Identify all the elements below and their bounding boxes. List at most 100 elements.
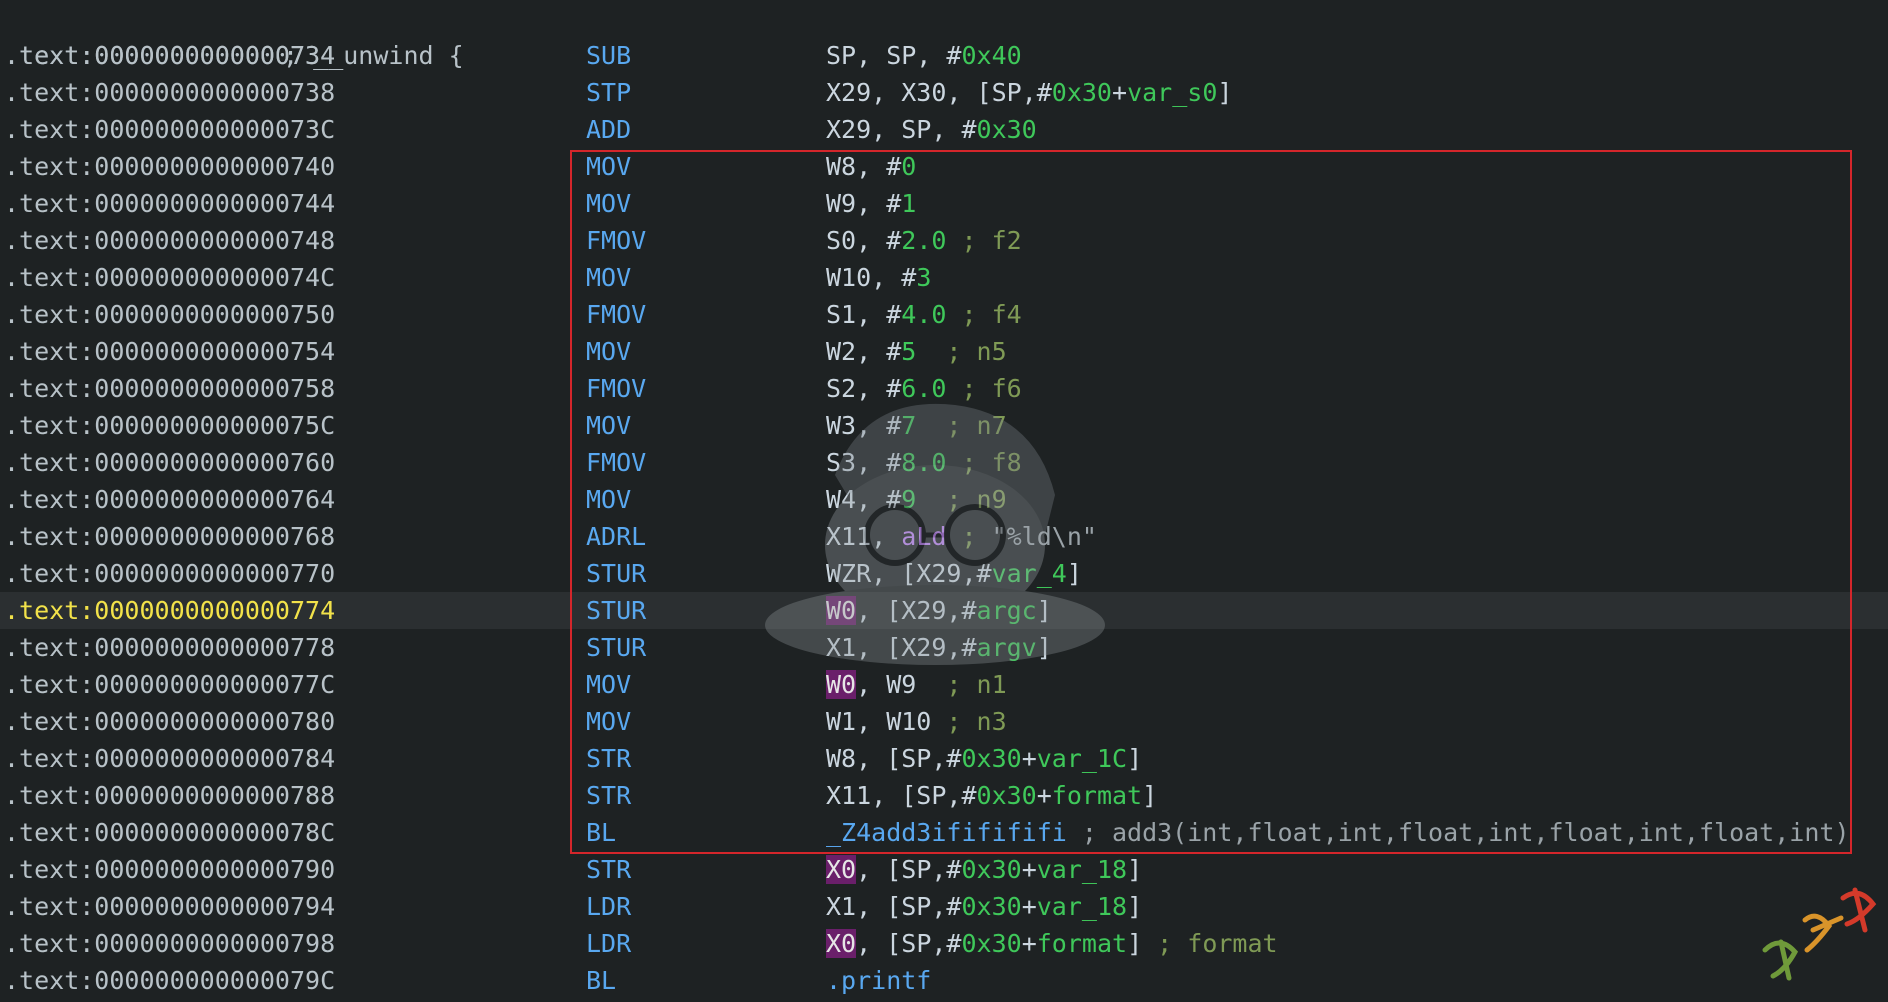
operands[interactable]: S2, #6.0 ; f6 <box>826 370 1022 407</box>
mnemonic[interactable]: MOV <box>586 666 631 703</box>
operand-token[interactable]: ; n9 <box>916 485 1006 514</box>
operand-token[interactable]: ] <box>1037 596 1052 625</box>
instruction-row[interactable]: .text:000000000000073C ADD X29, SP, #0x30 <box>0 111 1888 148</box>
address[interactable]: .text:0000000000000768 <box>4 518 335 555</box>
operands[interactable]: X1, [X29,#argv] <box>826 629 1052 666</box>
mnemonic[interactable]: STUR <box>586 555 646 592</box>
operand-token[interactable]: ; n3 <box>931 707 1006 736</box>
operand-token[interactable]: + <box>1022 892 1037 921</box>
operands[interactable]: SP, SP, #0x40 <box>826 37 1022 74</box>
instruction-row[interactable]: .text:0000000000000750 FMOV S1, #4.0 ; f4 <box>0 296 1888 333</box>
operand-token[interactable]: W2, # <box>826 337 901 366</box>
operand-token[interactable]: ] <box>1217 78 1232 107</box>
operand-token[interactable]: W3, # <box>826 411 901 440</box>
instruction-row[interactable]: .text:000000000000078C BL _Z4add3ififififi… <box>0 814 1888 851</box>
operand-token[interactable]: ; f4 <box>946 300 1021 329</box>
operand-token[interactable]: + <box>1112 78 1127 107</box>
operand-token[interactable]: var_s0 <box>1127 78 1217 107</box>
operand-token[interactable]: X29, X30, [SP,# <box>826 78 1052 107</box>
address[interactable]: .text:0000000000000758 <box>4 370 335 407</box>
operand-token[interactable]: , [SP,# <box>856 855 961 884</box>
operands[interactable]: W8, #0 <box>826 148 916 185</box>
mnemonic[interactable]: ADD <box>586 111 631 148</box>
operand-token[interactable]: 0 <box>901 152 916 181</box>
operand-token[interactable]: ; n1 <box>916 670 1006 699</box>
operand-token[interactable]: 0x30 <box>961 855 1021 884</box>
operand-token[interactable]: 8.0 <box>901 448 946 477</box>
instruction-row[interactable]: .text:0000000000000758 FMOV S2, #6.0 ; f6 <box>0 370 1888 407</box>
instruction-row[interactable]: .text:0000000000000768 ADRL X11, aLd ; "%l… <box>0 518 1888 555</box>
instruction-row[interactable]: .text:000000000000077C MOV W0, W9 ; n1 <box>0 666 1888 703</box>
address[interactable]: .text:0000000000000740 <box>4 148 335 185</box>
operand-token[interactable]: S3, # <box>826 448 901 477</box>
operand-token[interactable]: ; n7 <box>916 411 1006 440</box>
operands[interactable]: S1, #4.0 ; f4 <box>826 296 1022 333</box>
instruction-row[interactable]: .text:0000000000000780 MOV W1, W10 ; n3 <box>0 703 1888 740</box>
operands[interactable]: X0, [SP,#0x30+var_18] <box>826 851 1142 888</box>
operands[interactable]: _Z4add3ififififi ; add3(int,float,int,fl… <box>826 814 1850 851</box>
operand-token[interactable]: "%ld\n" <box>992 522 1097 551</box>
address[interactable]: .text:0000000000000774 <box>4 592 335 629</box>
highlighted-register[interactable]: W0 <box>826 670 857 699</box>
operand-token[interactable]: X1, [SP,# <box>826 892 961 921</box>
operands[interactable]: X11, [SP,#0x30+format] <box>826 777 1157 814</box>
instruction-row[interactable]: .text:0000000000000778 STUR X1, [X29,#argv… <box>0 629 1888 666</box>
operands[interactable]: S0, #2.0 ; f2 <box>826 222 1022 259</box>
mnemonic[interactable]: MOV <box>586 407 631 444</box>
instruction-row[interactable]: .text:0000000000000738 STP X29, X30, [SP,#… <box>0 74 1888 111</box>
address[interactable]: .text:000000000000078C <box>4 814 335 851</box>
operand-token[interactable]: 2.0 <box>901 226 946 255</box>
address[interactable]: .text:0000000000000738 <box>4 74 335 111</box>
operand-token[interactable]: , W9 <box>856 670 916 699</box>
address[interactable]: .text:0000000000000734 <box>4 37 335 74</box>
mnemonic[interactable]: BL <box>586 814 616 851</box>
operand-token[interactable]: X1, [X29,# <box>826 633 977 662</box>
operand-token[interactable]: ; <box>946 522 991 551</box>
address[interactable]: .text:0000000000000778 <box>4 629 335 666</box>
operand-token[interactable]: S2, # <box>826 374 901 403</box>
address[interactable]: .text:000000000000077C <box>4 666 335 703</box>
operand-token[interactable]: format <box>1052 781 1142 810</box>
operand-token[interactable]: 0x30 <box>961 929 1021 958</box>
operand-token[interactable]: var_4 <box>992 559 1067 588</box>
mnemonic[interactable]: MOV <box>586 148 631 185</box>
mnemonic[interactable]: STR <box>586 777 631 814</box>
operands[interactable]: .printf <box>826 962 931 999</box>
operand-token[interactable]: 1 <box>901 189 916 218</box>
operand-token[interactable]: ; n5 <box>916 337 1006 366</box>
operand-token[interactable]: 4.0 <box>901 300 946 329</box>
operands[interactable]: X1, [SP,#0x30+var_18] <box>826 888 1142 925</box>
operand-token[interactable]: 5 <box>901 337 916 366</box>
address[interactable]: .text:0000000000000760 <box>4 444 335 481</box>
operands[interactable]: W9, #1 <box>826 185 916 222</box>
mnemonic[interactable]: FMOV <box>586 444 646 481</box>
instruction-row[interactable]: .text:0000000000000784 STR W8, [SP,#0x30+v… <box>0 740 1888 777</box>
highlighted-register[interactable]: X0 <box>826 855 857 884</box>
operand-token[interactable]: + <box>1037 781 1052 810</box>
operand-token[interactable]: format <box>1037 929 1127 958</box>
mnemonic[interactable]: STR <box>586 740 631 777</box>
disassembly-listing[interactable]: .text:0000000000000734 ; __unwind { .tex… <box>0 0 1888 999</box>
operands[interactable]: W1, W10 ; n3 <box>826 703 1007 740</box>
instruction-row[interactable]: .text:0000000000000770 STUR WZR, [X29,#var… <box>0 555 1888 592</box>
address[interactable]: .text:000000000000079C <box>4 962 335 999</box>
address[interactable]: .text:0000000000000784 <box>4 740 335 777</box>
operand-token[interactable]: W4, # <box>826 485 901 514</box>
operand-token[interactable]: 0x30 <box>977 115 1037 144</box>
mnemonic[interactable]: STR <box>586 851 631 888</box>
operand-token[interactable]: ] <box>1067 559 1082 588</box>
instruction-row[interactable]: .text:0000000000000774 STUR W0, [X29,#argc… <box>0 592 1888 629</box>
operand-token[interactable]: 0x30 <box>977 781 1037 810</box>
operand-token[interactable]: ; format <box>1142 929 1277 958</box>
mnemonic[interactable]: MOV <box>586 703 631 740</box>
operand-token[interactable]: WZR, [X29,# <box>826 559 992 588</box>
operands[interactable]: W8, [SP,#0x30+var_1C] <box>826 740 1142 777</box>
operand-token[interactable]: ] <box>1127 855 1142 884</box>
operand-token[interactable]: W8, # <box>826 152 901 181</box>
operand-token[interactable]: argv <box>977 633 1037 662</box>
operand-token[interactable]: 7 <box>901 411 916 440</box>
instruction-row[interactable]: .text:0000000000000760 FMOV S3, #8.0 ; f8 <box>0 444 1888 481</box>
address[interactable]: .text:0000000000000798 <box>4 925 335 962</box>
operand-token[interactable]: , [SP,# <box>856 929 961 958</box>
operand-token[interactable]: _Z4add3ififififi <box>826 818 1067 847</box>
